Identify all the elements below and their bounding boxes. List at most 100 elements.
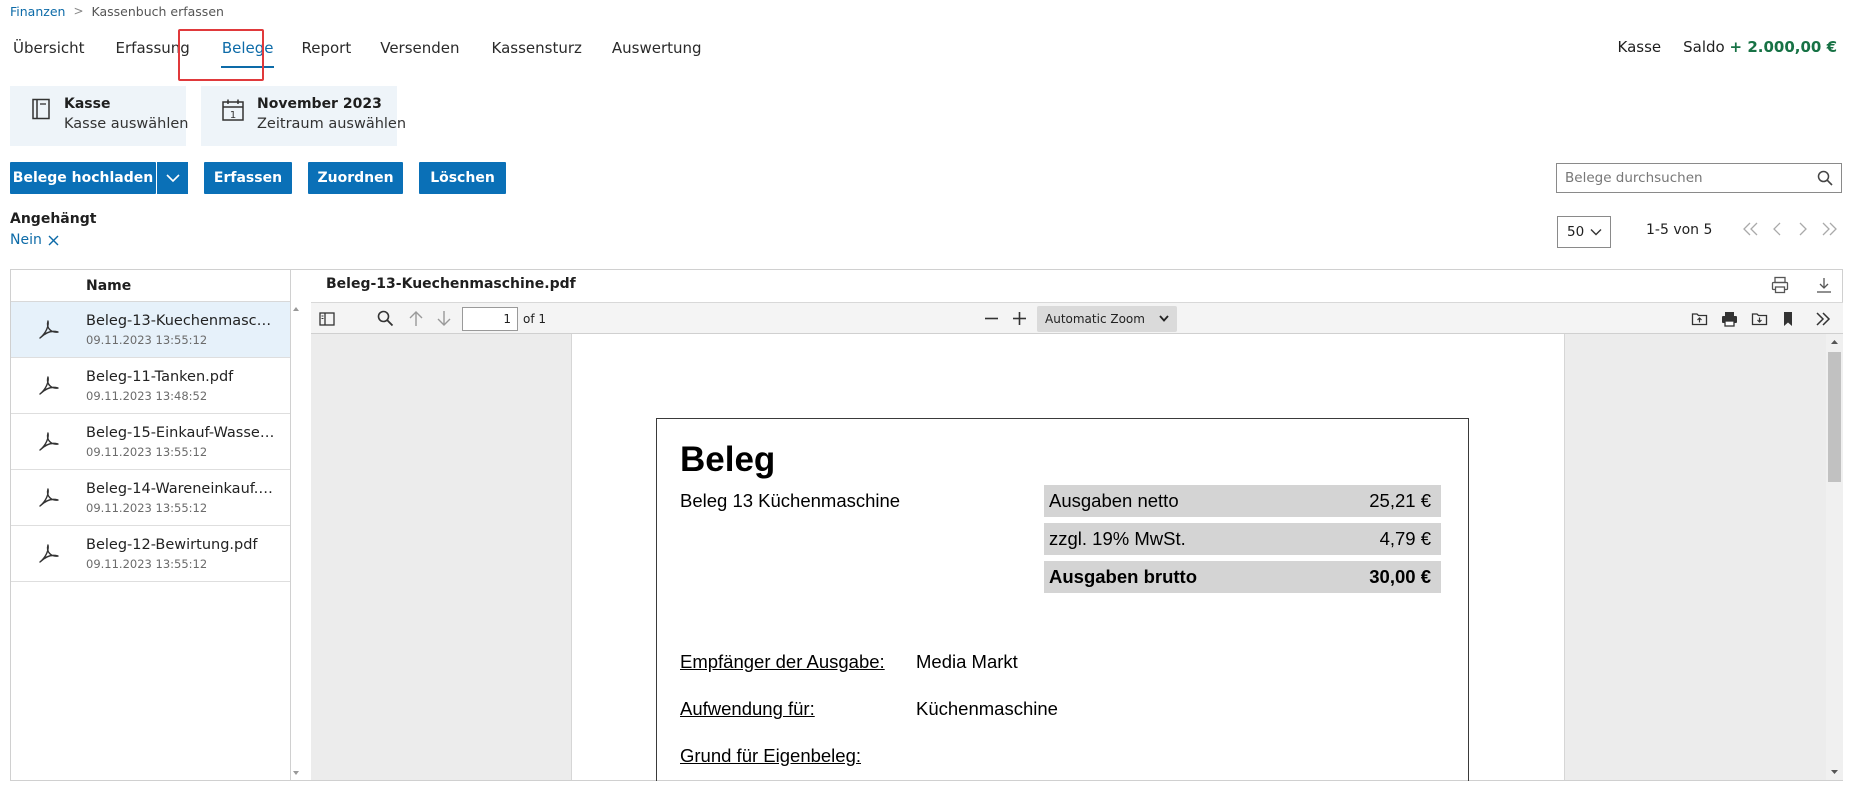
download-icon[interactable] xyxy=(1815,276,1833,294)
file-date: 09.11.2023 13:55:12 xyxy=(86,500,208,515)
file-date: 09.11.2023 13:55:12 xyxy=(86,332,208,347)
next-page-icon[interactable] xyxy=(1794,222,1812,236)
search-icon[interactable] xyxy=(1817,170,1833,186)
field-label-aufwendung: Aufwendung für: xyxy=(680,698,815,719)
find-button[interactable] xyxy=(377,303,394,334)
previous-page-button[interactable] xyxy=(408,303,424,334)
tab-report[interactable]: Report xyxy=(288,28,364,68)
belege-search-input[interactable] xyxy=(1565,170,1817,186)
loeschen-button[interactable]: Löschen xyxy=(419,162,506,194)
zuordnen-button[interactable]: Zuordnen xyxy=(308,162,403,194)
zoom-value: Automatic Zoom xyxy=(1045,311,1145,326)
toggle-sidebar-button[interactable] xyxy=(319,303,335,334)
saldo-label: Saldo xyxy=(1683,38,1725,56)
page-size-select[interactable]: 50 xyxy=(1557,216,1611,248)
list-item[interactable]: Beleg-12-Bewirtung.pdf 09.11.2023 13:55:1… xyxy=(11,526,290,582)
upload-options-dropdown[interactable] xyxy=(156,162,188,194)
main-tabs: Übersicht Erfassung Belege Report Versen… xyxy=(0,28,715,68)
first-page-icon[interactable] xyxy=(1742,222,1760,236)
tab-uebersicht[interactable]: Übersicht xyxy=(0,28,98,68)
tab-highlight-box xyxy=(178,29,264,81)
belege-hochladen-button[interactable]: Belege hochladen xyxy=(10,162,156,194)
pdf-icon xyxy=(38,375,59,395)
last-page-icon[interactable] xyxy=(1820,222,1838,236)
pdf-icon xyxy=(38,431,59,451)
pdf-toolbar: 1 of 1 Automatic Zoom xyxy=(311,302,1843,334)
open-file-button[interactable] xyxy=(1691,303,1708,334)
list-scrollbar[interactable] xyxy=(291,302,301,780)
list-item[interactable]: Beleg-15-Einkauf-Wasser.pdf 09.11.2023 13… xyxy=(11,414,290,470)
search-icon xyxy=(377,310,394,327)
page-size-value: 50 xyxy=(1567,224,1585,240)
kasse-selector-card[interactable]: Kasse Kasse auswählen xyxy=(10,86,189,146)
page-number-input[interactable]: 1 xyxy=(462,306,518,331)
document-subtitle: Beleg 13 Küchenmaschine xyxy=(680,490,901,511)
file-date: 09.11.2023 13:55:12 xyxy=(86,556,208,571)
kasse-label: Kasse xyxy=(1617,38,1662,56)
list-header-name[interactable]: Name xyxy=(11,270,290,302)
file-date: 09.11.2023 13:55:12 xyxy=(86,444,208,459)
kasse-card-sub: Kasse auswählen xyxy=(64,116,189,132)
list-item[interactable]: Beleg-13-Kuechenmaschine.pdf 09.11.2023 1… xyxy=(11,302,290,358)
period-card-title: November 2023 xyxy=(257,96,382,112)
amount-label: Ausgaben brutto xyxy=(1049,566,1197,587)
pdf-scrollbar-thumb[interactable] xyxy=(1828,352,1841,482)
previous-page-icon[interactable] xyxy=(1768,222,1786,236)
arrow-down-icon xyxy=(437,311,451,326)
plus-icon xyxy=(1013,312,1026,325)
field-value-empfaenger: Media Markt xyxy=(916,651,1018,672)
pagination-info: 1-5 von 5 xyxy=(1646,222,1713,238)
amount-row-mwst: zzgl. 19% MwSt. 4,79 € xyxy=(1044,523,1441,555)
zoom-in-button[interactable] xyxy=(1012,303,1027,334)
minus-icon xyxy=(985,317,998,320)
next-page-button[interactable] xyxy=(436,303,452,334)
erfassen-button[interactable]: Erfassen xyxy=(204,162,292,194)
print-icon[interactable] xyxy=(1771,276,1789,294)
close-icon[interactable] xyxy=(48,235,59,246)
amount-value: 30,00 € xyxy=(1369,566,1431,587)
bookmark-button[interactable] xyxy=(1782,303,1794,334)
file-name: Beleg-13-Kuechenmaschine.pdf xyxy=(86,312,276,329)
file-name: Beleg-11-Tanken.pdf xyxy=(86,368,234,385)
list-item[interactable]: Beleg-11-Tanken.pdf 09.11.2023 13:48:52 xyxy=(11,358,290,414)
save-file-button[interactable] xyxy=(1751,303,1768,334)
chevron-down-icon xyxy=(1590,229,1602,236)
amount-label: Ausgaben netto xyxy=(1049,490,1179,511)
kasse-card-title: Kasse xyxy=(64,96,111,112)
amount-value: 25,21 € xyxy=(1369,490,1431,511)
chevron-down-icon xyxy=(1159,315,1169,322)
file-name: Beleg-12-Bewirtung.pdf xyxy=(86,536,258,553)
viewer-filename: Beleg-13-Kuechenmaschine.pdf xyxy=(326,276,576,292)
bookmark-icon xyxy=(1784,311,1792,326)
tools-button[interactable] xyxy=(1815,303,1831,334)
arrow-up-icon xyxy=(409,311,423,326)
saldo: Saldo + 2.000,00 € xyxy=(1683,38,1837,56)
file-name: Beleg-14-Wareneinkauf.pdf xyxy=(86,480,276,497)
zoom-out-button[interactable] xyxy=(984,303,999,334)
file-name: Beleg-15-Einkauf-Wasser.pdf xyxy=(86,424,276,441)
document-heading: Beleg xyxy=(680,440,776,479)
pdf-icon xyxy=(38,487,59,507)
tab-auswertung[interactable]: Auswertung xyxy=(599,28,715,68)
list-item[interactable]: Beleg-14-Wareneinkauf.pdf 09.11.2023 13:5… xyxy=(11,470,290,526)
belege-search xyxy=(1556,163,1842,193)
pdf-icon xyxy=(38,319,59,339)
viewer-print-button[interactable] xyxy=(1721,303,1738,334)
page-footer-space xyxy=(0,781,1849,800)
tab-kassensturz[interactable]: Kassensturz xyxy=(479,28,595,68)
pdf-icon xyxy=(38,543,59,563)
breadcrumb-finanzen-link[interactable]: Finanzen xyxy=(10,4,65,19)
page-total: of 1 xyxy=(523,311,547,326)
amount-value: 4,79 € xyxy=(1379,528,1431,549)
sidebar-toggle-icon xyxy=(319,311,335,326)
header-status: Kasse Saldo + 2.000,00 € xyxy=(1618,38,1837,56)
filter-chip[interactable]: Nein xyxy=(10,232,59,248)
field-label-empfaenger: Empfänger der Ausgabe: xyxy=(680,651,885,672)
period-selector-card[interactable]: 1 November 2023 Zeitraum auswählen xyxy=(201,86,406,146)
tab-versenden[interactable]: Versenden xyxy=(367,28,472,68)
calendar-icon: 1 xyxy=(222,99,244,121)
amount-row-brutto: Ausgaben brutto 30,00 € xyxy=(1044,561,1441,593)
file-date: 09.11.2023 13:48:52 xyxy=(86,388,208,403)
zoom-select[interactable]: Automatic Zoom xyxy=(1037,305,1177,332)
amount-label: zzgl. 19% MwSt. xyxy=(1049,528,1186,549)
